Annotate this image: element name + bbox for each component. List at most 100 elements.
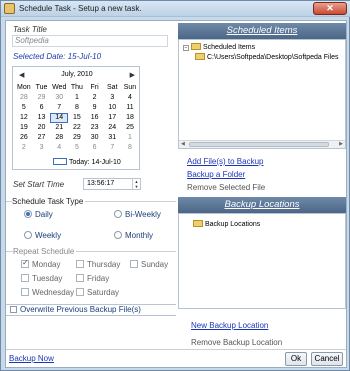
calendar-day[interactable]: 22 [68,123,86,133]
calendar-day[interactable]: 5 [68,143,86,153]
calendar-day[interactable]: 23 [86,123,104,133]
horizontal-scrollbar[interactable]: ◀ ▶ [179,140,345,148]
checkbox-saturday[interactable]: Saturday [76,288,119,297]
calendar-day[interactable]: 6 [86,143,104,153]
calendar-day[interactable]: 9 [86,103,104,113]
calendar-day[interactable]: 12 [15,113,33,123]
calendar-day[interactable]: 19 [15,123,33,133]
calendar-day-header: Sun [123,84,137,91]
calendar-day[interactable]: 7 [103,143,121,153]
radio-dot-icon [24,231,32,239]
calendar[interactable]: ◀ July, 2010 ▶ Mon Tue Wed Thu Fri Sat Sun 28 29… [12,66,140,170]
calendar-week-row: 12 13 14 15 16 17 18 [15,113,139,123]
calendar-week-row: 28 29 30 1 2 3 4 [15,93,139,103]
calendar-day[interactable]: 10 [103,103,121,113]
radio-dot-icon [114,210,122,218]
checkbox-monday[interactable]: Monday [21,258,60,269]
scroll-left-icon[interactable]: ◀ [181,141,185,148]
calendar-today[interactable]: Today: 14-Jul-10 [53,158,121,166]
calendar-day[interactable]: 13 [33,113,51,123]
start-time-input[interactable]: 13:56:17 ▲ ▼ [83,178,141,190]
backup-folder-link[interactable]: Backup a Folder [187,170,245,179]
dialog-body: Task Title Softpedia Selected Date: 15-J… [5,20,347,368]
cancel-button[interactable]: Cancel [311,352,343,366]
checkbox-icon [21,274,29,282]
remove-selected-file-button[interactable]: Remove Selected File [187,183,265,192]
radio-daily[interactable]: Daily [24,210,53,219]
calendar-day[interactable]: 15 [68,113,86,123]
calendar-day[interactable]: 2 [86,93,104,103]
task-title-input[interactable]: Softpedia [12,35,168,47]
calendar-day[interactable]: 3 [103,93,121,103]
tree-node-backup-root[interactable]: Backup Locations [193,220,260,228]
checkbox-friday[interactable]: Friday [76,274,109,283]
tree-child-label: C:\Users\Softpeda\Desktop\Softpeda Files [207,54,339,61]
calendar-day[interactable]: 26 [15,133,33,143]
radio-dot-icon [114,231,122,239]
calendar-day[interactable]: 24 [103,123,121,133]
backup-locations-tree[interactable]: Backup Locations [178,213,346,309]
checkbox-sunday[interactable]: Sunday [130,260,168,269]
task-title-label: Task Title [13,25,47,34]
calendar-day[interactable]: 30 [86,133,104,143]
tree-node-root[interactable]: − Scheduled Items [183,43,255,51]
backup-now-link[interactable]: Backup Now [9,354,54,363]
calendar-day[interactable]: 1 [68,93,86,103]
calendar-month-label[interactable]: July, 2010 [13,71,141,78]
calendar-day[interactable]: 25 [121,123,139,133]
collapse-icon[interactable]: − [183,45,189,51]
calendar-day[interactable]: 3 [33,143,51,153]
tree-root-label: Scheduled Items [203,44,256,51]
checkbox-thursday[interactable]: Thursday [76,260,120,269]
calendar-day[interactable]: 18 [121,113,139,123]
calendar-day[interactable]: 4 [50,143,68,153]
radio-dot-icon [24,210,32,218]
calendar-day[interactable]: 29 [68,133,86,143]
scroll-right-icon[interactable]: ▶ [339,141,343,148]
calendar-day[interactable]: 30 [50,93,68,103]
remove-backup-location-button[interactable]: Remove Backup Location [191,338,282,347]
radio-monthly[interactable]: Monthly [114,231,153,240]
tree-node-file[interactable]: C:\Users\Softpeda\Desktop\Softpeda Files [195,53,339,61]
scroll-thumb[interactable] [189,142,329,147]
time-spinner[interactable]: ▲ ▼ [132,179,140,189]
calendar-day[interactable]: 16 [86,113,104,123]
add-files-link[interactable]: Add File(s) to Backup [187,157,263,166]
calendar-day[interactable]: 4 [121,93,139,103]
radio-bi-weekly[interactable]: Bi-Weekly [114,210,161,219]
ok-button[interactable]: Ok [285,352,307,366]
calendar-day[interactable]: 29 [33,93,51,103]
calendar-header: ◀ July, 2010 ▶ [13,71,141,81]
calendar-day[interactable]: 14 [50,113,69,123]
today-marker-icon [53,158,67,165]
calendar-day[interactable]: 5 [15,103,33,113]
close-button[interactable]: ✕ [313,2,347,15]
calendar-day[interactable]: 21 [50,123,68,133]
next-month-icon[interactable]: ▶ [130,71,135,79]
repeat-schedule-label: Repeat Schedule [13,247,77,256]
calendar-day[interactable]: 1 [121,133,139,143]
calendar-day[interactable]: 6 [33,103,51,113]
folder-icon [195,53,205,60]
calendar-day[interactable]: 17 [103,113,121,123]
calendar-day[interactable]: 28 [50,133,68,143]
calendar-day[interactable]: 7 [50,103,68,113]
new-backup-location-link[interactable]: New Backup Location [191,321,268,330]
calendar-day[interactable]: 27 [33,133,51,143]
radio-weekly[interactable]: Weekly [24,231,61,240]
calendar-day[interactable]: 2 [15,143,33,153]
calendar-day[interactable]: 28 [15,93,33,103]
calendar-day[interactable]: 8 [121,143,139,153]
calendar-day[interactable]: 31 [103,133,121,143]
scheduled-items-tree[interactable]: − Scheduled Items C:\Users\Softpeda\Deskt… [178,39,346,149]
spin-down-icon[interactable]: ▼ [135,184,139,189]
window-title: Schedule Task - Setup a new task. [19,4,142,13]
calendar-day[interactable]: 11 [121,103,139,113]
checkbox-icon [10,306,17,313]
checkbox-tuesday[interactable]: Tuesday [21,274,62,283]
checkbox-wednesday[interactable]: Wednesday [21,288,74,297]
calendar-day[interactable]: 20 [33,123,51,133]
overwrite-checkbox[interactable]: Overwrite Previous Backup File(s) [6,304,176,316]
checkbox-icon [76,260,84,268]
calendar-day[interactable]: 8 [68,103,86,113]
